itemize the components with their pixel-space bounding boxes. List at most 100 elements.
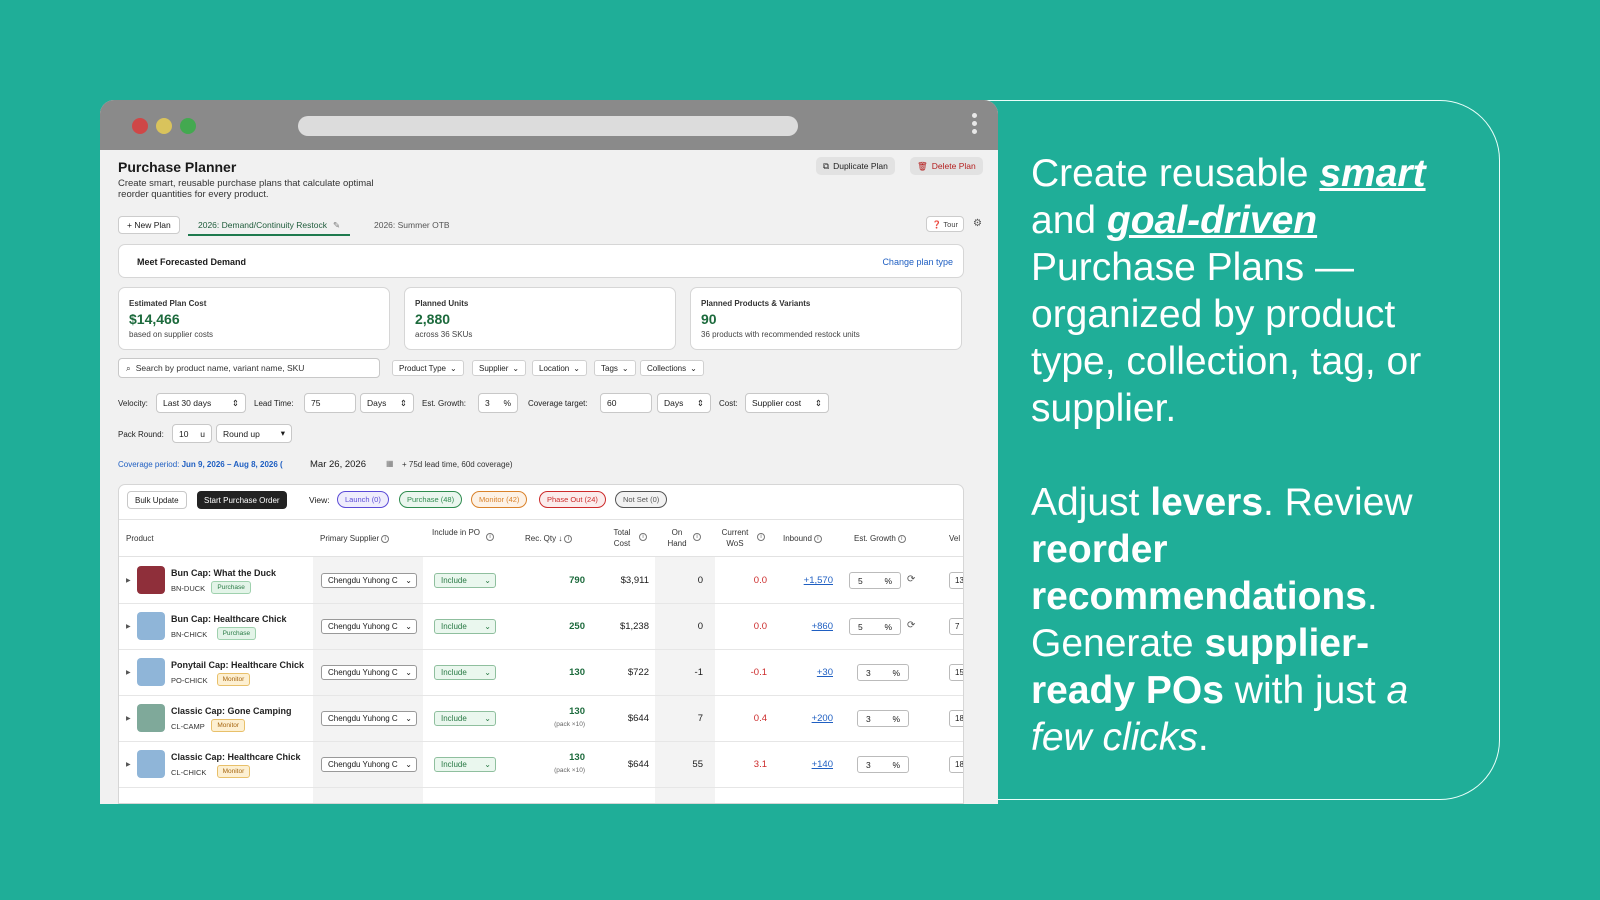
filter-product-type[interactable]: Product Type ⌄	[392, 360, 464, 376]
view-pill-phase-out[interactable]: Phase Out (24)	[539, 491, 606, 508]
start-purchase-order-button[interactable]: Start Purchase Order	[197, 491, 287, 509]
velocity-input[interactable]: 15	[949, 664, 963, 681]
expand-row-icon[interactable]: ▶	[126, 577, 131, 584]
inbound-link[interactable]: +1,570	[779, 575, 833, 586]
table-row[interactable]: ▶ Ponytail Cap: Healthcare Chick PO-CHIC…	[119, 650, 963, 696]
product-name[interactable]: Classic Cap: Gone Camping	[171, 706, 292, 716]
coverage-unit-select[interactable]: Days ⇕	[657, 393, 711, 413]
table-row[interactable]: ▶ Classic Cap: Gone Camping CL-CAMP Moni…	[119, 696, 963, 742]
sort-desc-icon[interactable]: ↓	[558, 534, 562, 543]
col-product[interactable]: Product	[126, 533, 154, 544]
view-pill-launch[interactable]: Launch (0)	[337, 491, 389, 508]
delete-plan-button[interactable]: 🗑 Delete Plan	[910, 157, 983, 175]
lead-time-unit-select[interactable]: Days ⇕	[360, 393, 414, 413]
velocity-input[interactable]: 18	[949, 756, 963, 773]
include-select[interactable]: Include ⌄	[434, 711, 496, 726]
expand-row-icon[interactable]: ▶	[126, 669, 131, 676]
settings-sliders-icon[interactable]: ⚙	[973, 218, 982, 229]
info-icon[interactable]: i	[381, 534, 390, 543]
velocity-select[interactable]: Last 30 days ⇕	[156, 393, 246, 413]
pencil-icon[interactable]: ✎	[333, 220, 340, 231]
close-window-icon[interactable]	[132, 118, 148, 134]
refresh-icon[interactable]: ⟳	[907, 574, 915, 585]
product-name[interactable]: Bun Cap: What the Duck	[171, 568, 276, 578]
tab-demand-continuity[interactable]: 2026: Demand/Continuity Restock ✎	[188, 216, 351, 236]
col-on-hand[interactable]: On Hand	[662, 527, 692, 549]
col-include-in-po[interactable]: Include in PO	[431, 527, 481, 538]
minimize-window-icon[interactable]	[156, 118, 172, 134]
view-pill-not-set[interactable]: Not Set (0)	[615, 491, 668, 508]
supplier-select[interactable]: Chengdu Yuhong C ⌄	[321, 619, 417, 634]
view-pill-purchase[interactable]: Purchase (48)	[399, 491, 463, 508]
search-input[interactable]: ⌕ Search by product name, variant name, …	[118, 358, 380, 378]
refresh-icon[interactable]: ⟳	[907, 620, 915, 631]
table-row[interactable]: ▶ Bun Cap: What the Duck BN-DUCK Purchas…	[119, 558, 963, 604]
info-icon[interactable]: i	[639, 533, 647, 541]
inbound-link[interactable]: +140	[779, 759, 833, 770]
product-name[interactable]: Bun Cap: Healthcare Chick	[171, 614, 287, 624]
velocity-input[interactable]: 18	[949, 710, 963, 727]
col-rec-qty[interactable]: Rec. Qty ↓ i	[525, 533, 573, 544]
tour-button[interactable]: ❓ Tour	[926, 216, 964, 232]
col-velocity[interactable]: Vel	[949, 533, 960, 544]
growth-input[interactable]: 5%	[849, 572, 901, 589]
expand-row-icon[interactable]: ▶	[126, 715, 131, 722]
filter-tags[interactable]: Tags ⌄	[594, 360, 636, 376]
filter-collections[interactable]: Collections ⌄	[640, 360, 704, 376]
filter-location[interactable]: Location ⌄	[532, 360, 587, 376]
cost-select[interactable]: Supplier cost ⇕	[745, 393, 829, 413]
more-options-icon[interactable]	[972, 113, 978, 137]
view-pill-monitor[interactable]: Monitor (42)	[471, 491, 528, 508]
info-icon[interactable]: i	[897, 534, 906, 543]
coverage-start-date[interactable]: Mar 26, 2026	[310, 459, 366, 470]
include-select[interactable]: Include ⌄	[434, 573, 496, 588]
inbound-link[interactable]: +200	[779, 713, 833, 724]
col-inbound[interactable]: Inbound i	[783, 533, 822, 544]
info-icon[interactable]: i	[813, 534, 822, 543]
velocity-input[interactable]: 7	[949, 618, 963, 635]
product-name[interactable]: Classic Cap: Healthcare Chick	[171, 752, 301, 762]
table-row[interactable]: ▶ Classic Cap: Healthcare Chick CL-CHICK…	[119, 742, 963, 788]
product-name[interactable]: Ponytail Cap: Healthcare Chick	[171, 660, 304, 670]
filter-supplier[interactable]: Supplier ⌄	[472, 360, 527, 376]
supplier-select[interactable]: Chengdu Yuhong C ⌄	[321, 573, 417, 588]
pack-round-input[interactable]: 10 u	[172, 424, 212, 443]
velocity-input[interactable]: 13	[949, 572, 963, 589]
include-select[interactable]: Include ⌄	[434, 757, 496, 772]
growth-input[interactable]: 3%	[857, 710, 909, 727]
maximize-window-icon[interactable]	[180, 118, 196, 134]
col-primary-supplier[interactable]: Primary Supplier i	[320, 533, 390, 544]
bulk-update-button[interactable]: Bulk Update	[127, 491, 187, 509]
growth-input[interactable]: 3%	[857, 664, 909, 681]
rounding-select[interactable]: Round up ▾	[216, 424, 292, 443]
col-est-growth[interactable]: Est. Growth i	[854, 533, 906, 544]
address-bar[interactable]	[298, 116, 798, 136]
supplier-select[interactable]: Chengdu Yuhong C ⌄	[321, 665, 417, 680]
change-plan-type-link[interactable]: Change plan type	[882, 257, 953, 267]
info-icon[interactable]: i	[693, 533, 701, 541]
info-icon[interactable]: i	[564, 534, 573, 543]
coverage-target-input[interactable]: 60	[600, 393, 652, 413]
col-current-wos[interactable]: Current WoS	[715, 527, 755, 549]
growth-input[interactable]: 5%	[849, 618, 901, 635]
include-select[interactable]: Include ⌄	[434, 665, 496, 680]
expand-row-icon[interactable]: ▶	[126, 761, 131, 768]
growth-input[interactable]: 3%	[857, 756, 909, 773]
calendar-icon[interactable]: ▦	[386, 459, 394, 468]
lead-time-input[interactable]: 75	[304, 393, 356, 413]
include-select[interactable]: Include ⌄	[434, 619, 496, 634]
inbound-link[interactable]: +30	[779, 667, 833, 678]
table-row[interactable]: ▶ Bun Cap: Healthcare Chick BN-CHICK Pur…	[119, 604, 963, 650]
rec-qty: 790	[569, 575, 585, 586]
duplicate-plan-button[interactable]: ⧉ Duplicate Plan	[816, 157, 895, 175]
new-plan-button[interactable]: + New Plan	[118, 216, 180, 234]
supplier-select[interactable]: Chengdu Yuhong C ⌄	[321, 711, 417, 726]
tab-summer-otb[interactable]: 2026: Summer OTB	[374, 216, 450, 234]
col-total-cost[interactable]: Total Cost	[607, 527, 637, 549]
info-icon[interactable]: i	[486, 533, 494, 541]
expand-row-icon[interactable]: ▶	[126, 623, 131, 630]
supplier-select[interactable]: Chengdu Yuhong C ⌄	[321, 757, 417, 772]
growth-input[interactable]: 3%	[478, 393, 518, 413]
info-icon[interactable]: i	[757, 533, 765, 541]
inbound-link[interactable]: +860	[779, 621, 833, 632]
